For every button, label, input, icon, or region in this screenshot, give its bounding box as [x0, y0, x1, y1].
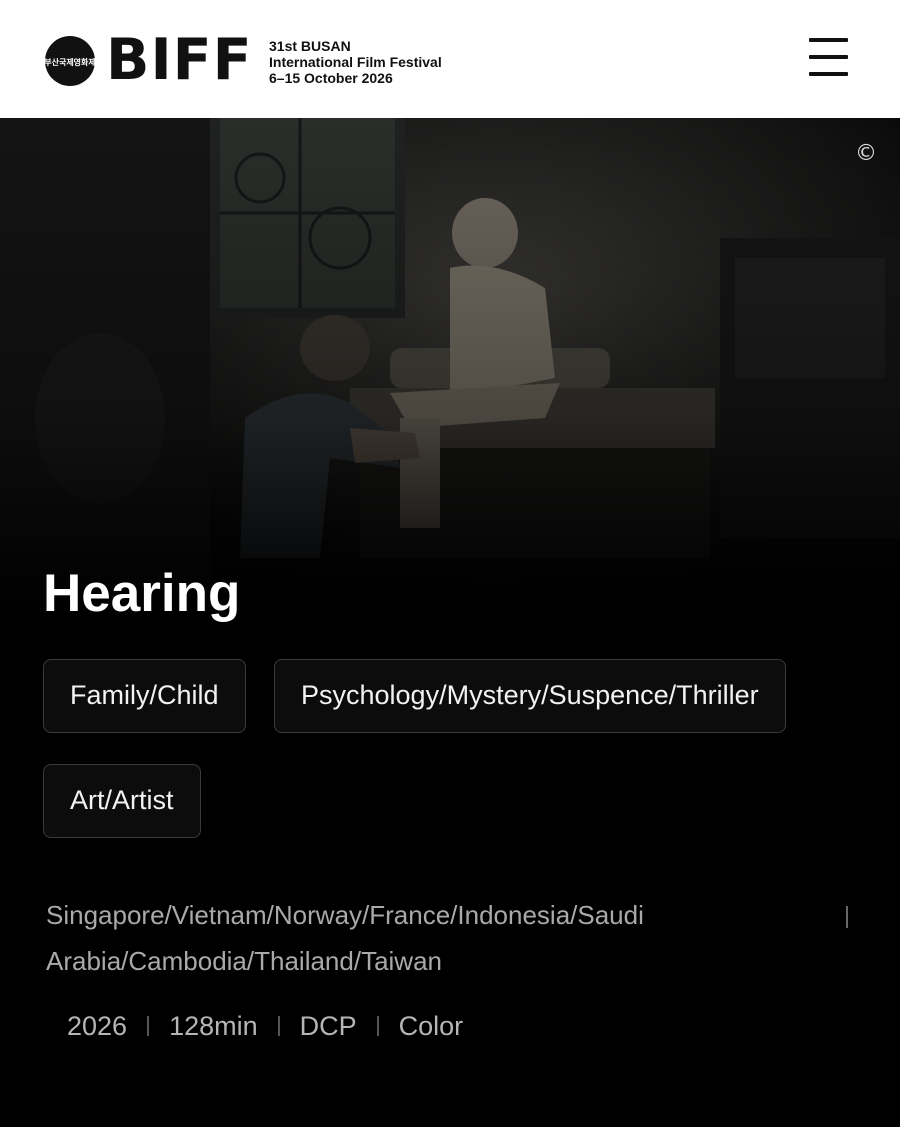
genre-tag-psychology-mystery[interactable]: Psychology/Mystery/Suspence/Thriller — [274, 659, 786, 733]
film-format: DCP — [299, 1010, 357, 1041]
site-header: 부산국제영화제 BIFF 31st BUSAN International Fi… — [0, 0, 900, 118]
film-still-image — [0, 118, 900, 618]
film-runtime: 128min — [169, 1010, 258, 1041]
divider — [846, 906, 848, 928]
copyright-icon[interactable]: © — [855, 143, 877, 165]
production-countries: Singapore/Vietnam/Norway/France/Indonesi… — [46, 892, 746, 984]
hamburger-menu-icon[interactable] — [808, 38, 850, 76]
film-title: Hearing — [43, 564, 241, 623]
biff-logo[interactable]: BIFF — [106, 30, 253, 90]
festival-edition: 31st BUSAN — [269, 38, 351, 54]
countries-line-2: Arabia/Cambodia/Thailand/Taiwan — [46, 946, 443, 976]
film-still-illustration — [0, 118, 900, 618]
biff-emblem-icon[interactable]: 부산국제영화제 — [44, 35, 96, 87]
film-year: 2026 — [67, 1010, 128, 1041]
genre-tag-family-child[interactable]: Family/Child — [43, 659, 246, 733]
svg-text:부산국제영화제: 부산국제영화제 — [44, 57, 96, 67]
film-color: Color — [398, 1010, 464, 1041]
festival-info: 31st BUSAN International Film Festival 6… — [269, 38, 442, 86]
genre-tag-art-artist[interactable]: Art/Artist — [43, 764, 201, 838]
divider — [147, 1016, 150, 1036]
film-meta: 2026 128min DCP Color — [67, 1004, 463, 1048]
festival-dates: 6–15 October 2026 — [269, 70, 393, 86]
countries-line-1: Singapore/Vietnam/Norway/France/Indonesi… — [46, 900, 644, 930]
festival-name: International Film Festival — [269, 54, 442, 70]
divider — [277, 1016, 280, 1036]
divider — [376, 1016, 379, 1036]
